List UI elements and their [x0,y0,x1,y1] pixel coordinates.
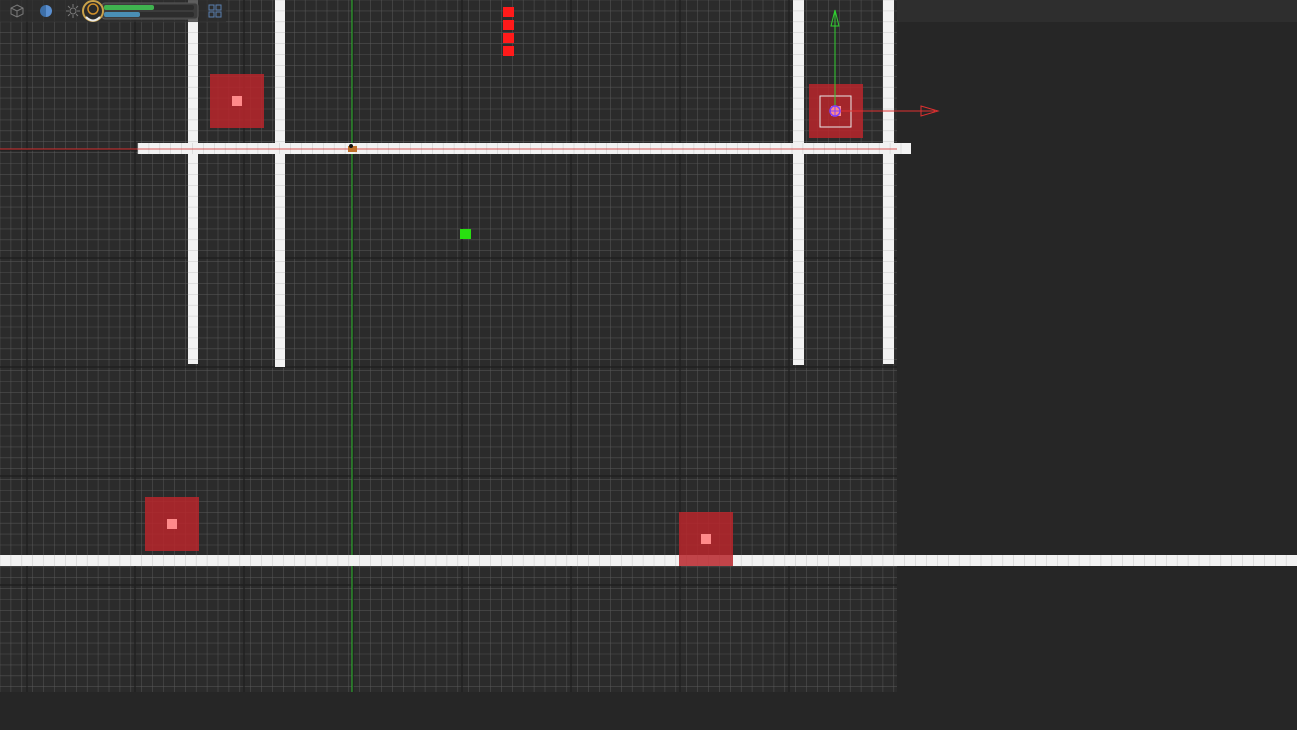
scene-canvas[interactable] [0,0,1297,730]
spawn-zone-2-center [167,519,177,529]
top-band [897,0,1297,22]
red-marker [503,20,514,30]
stats-bar-1-fill [104,5,154,10]
red-marker [503,33,514,43]
spawn-zone-3-center [701,534,711,544]
spawn-zone-1-center [232,96,242,106]
green-marker [460,229,471,239]
wall-vertical-2 [275,0,285,367]
stats-icon[interactable] [80,0,200,22]
red-marker [503,7,514,17]
shading-mode-icon[interactable] [37,2,55,20]
stats-bar-2-fill [104,12,140,17]
viewport-toolbar [0,0,226,22]
grid-toggle-icon[interactable] [206,2,224,20]
cube-view-icon[interactable] [8,2,26,20]
origin-object-dot [349,144,353,148]
scene-viewport[interactable] [0,0,1297,730]
wall-horizontal-lower [0,555,1297,566]
red-marker [503,46,514,56]
